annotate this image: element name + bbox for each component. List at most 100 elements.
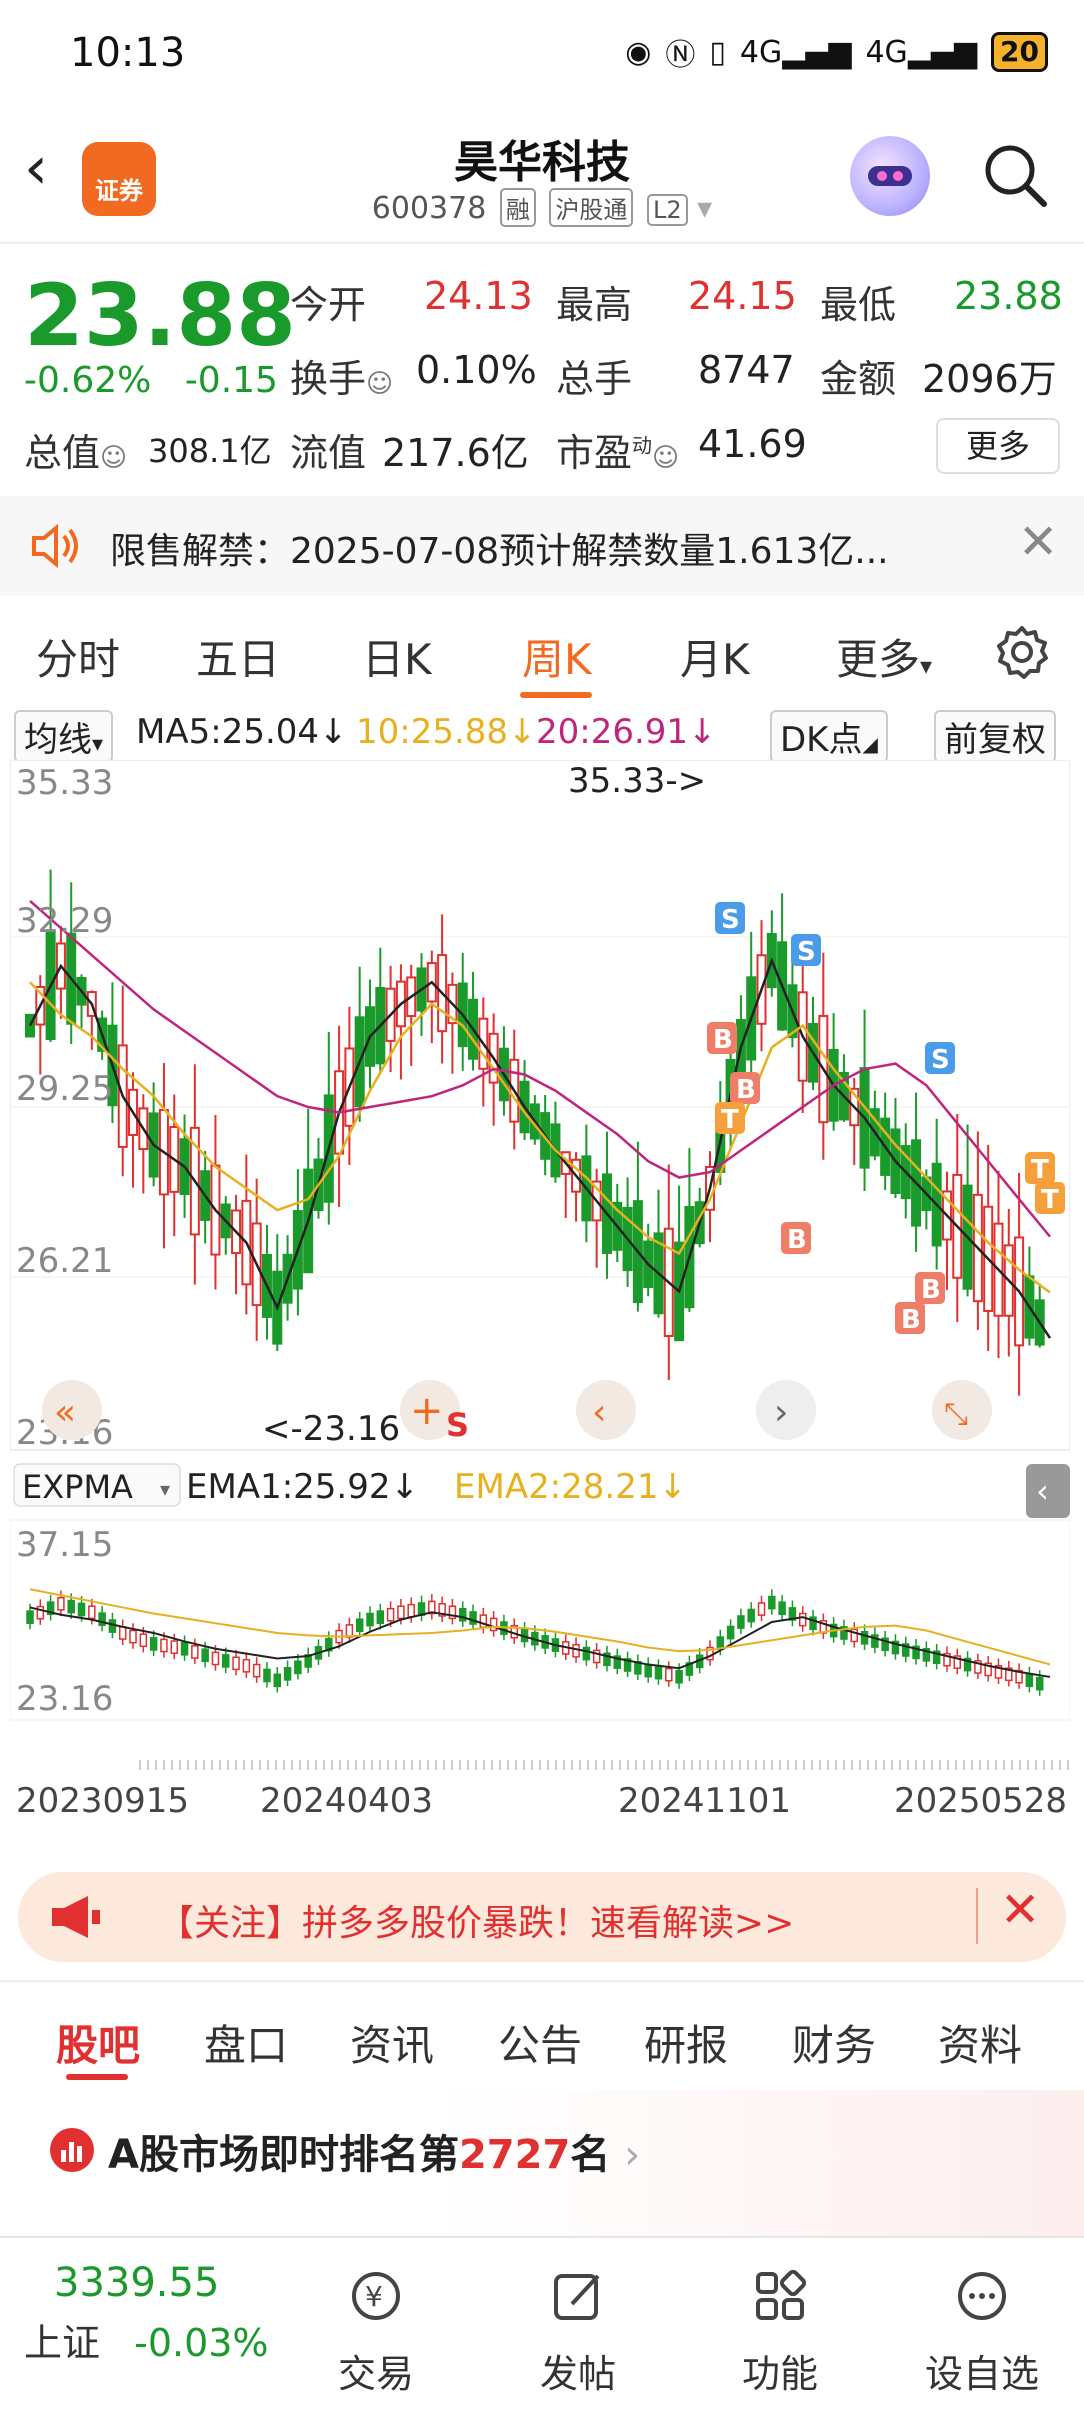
expma-candle xyxy=(747,1608,755,1623)
eye-icon: ◉ xyxy=(625,34,652,70)
index-ticker[interactable]: 3339.55 上证 -0.03% xyxy=(24,2260,294,2367)
y-tick: 35.33 xyxy=(16,763,113,803)
amount-label: 金额 xyxy=(820,357,897,401)
tab-daily-k[interactable]: 日K xyxy=(362,626,432,687)
more-button[interactable]: 更多 xyxy=(936,418,1060,474)
high-label: 最高 xyxy=(556,283,633,327)
expma-candle xyxy=(118,1626,127,1640)
signal-label: T xyxy=(1031,1155,1049,1185)
ma-select[interactable]: 均线▾ xyxy=(14,710,114,763)
nav-trade[interactable]: ¥ 交易 xyxy=(306,2268,446,2398)
ema1-label: EMA1:25.92↓ xyxy=(186,1467,419,1507)
adjust-button[interactable]: 前复权 xyxy=(934,710,1056,763)
status-icons: ◉ Ⓝ ▯ 4G▂▄▆ 4G▂▄▆ 20 xyxy=(625,30,1048,74)
tab-more[interactable]: 更多▾ xyxy=(836,626,932,687)
ma10-label: 10:25.88↓ xyxy=(356,712,537,752)
status-bar: 10:13 ◉ Ⓝ ▯ 4G▂▄▆ 4G▂▄▆ 20 xyxy=(0,0,1084,110)
speaker-icon xyxy=(26,518,82,578)
expma-candle xyxy=(211,1651,220,1666)
expma-candle xyxy=(242,1658,251,1673)
expma-candle xyxy=(479,1614,488,1629)
signal-label: S xyxy=(797,937,816,967)
expma-label: EXPMA xyxy=(22,1468,133,1506)
tab-news[interactable]: 资讯 xyxy=(350,2012,434,2073)
y-tick: 29.25 xyxy=(16,1069,113,1109)
search-icon[interactable] xyxy=(980,140,1050,210)
y-tick: 37.15 xyxy=(16,1525,113,1565)
expma-candle xyxy=(57,1596,65,1611)
nav-watchlist[interactable]: 设自选 xyxy=(912,2268,1052,2398)
megaphone-icon xyxy=(48,1892,104,1946)
expma-candle xyxy=(778,1601,786,1616)
chevron-left-icon: ‹ xyxy=(592,1392,606,1433)
tab-weekly-k[interactable]: 周K xyxy=(522,626,592,687)
ema2-label: EMA2:28.21↓ xyxy=(454,1467,687,1507)
expma-candle xyxy=(149,1637,158,1651)
expma-candle xyxy=(768,1595,776,1610)
close-icon[interactable]: ✕ xyxy=(1018,514,1058,570)
double-left-icon: « xyxy=(54,1392,76,1433)
gear-icon[interactable] xyxy=(994,624,1050,684)
chevron-down-icon: ▾ xyxy=(920,652,933,680)
quote-panel: 23.88 -0.62% -0.15 今开 24.13 最高 24.15 最低 … xyxy=(0,242,1084,492)
y-tick: 32.29 xyxy=(16,901,113,941)
plus-icon: + xyxy=(410,1388,444,1434)
expma-candle xyxy=(572,1643,580,1658)
expma-candle xyxy=(757,1602,766,1616)
active-subtab-indicator xyxy=(66,2074,128,2080)
expma-candle xyxy=(366,1612,374,1627)
sell-mark-icon: S xyxy=(446,1406,469,1444)
x-tick: 20250528 xyxy=(894,1781,1067,1821)
expma-candle xyxy=(386,1607,395,1622)
signal-label: S xyxy=(721,905,740,935)
nav-post[interactable]: 发帖 xyxy=(508,2268,648,2398)
volume-label: 总手 xyxy=(556,357,633,401)
tab-research[interactable]: 研报 xyxy=(644,2012,728,2073)
market-rank-card[interactable]: A股市场即时排名第2727名 › xyxy=(0,2090,1084,2240)
expma-candle xyxy=(283,1667,292,1681)
connect-tag: 沪股通 xyxy=(549,188,634,227)
pe-value: 41.69 xyxy=(698,422,807,466)
expma-candle xyxy=(726,1625,735,1640)
banner-text: 【关注】拼多多股价暴跌！速看解读>> xyxy=(158,1903,795,1944)
unlock-notice[interactable]: 限售解禁：2025-07-08预计解禁数量1.613亿... ✕ xyxy=(0,496,1084,596)
ma20-label: 20:26.91↓ xyxy=(536,712,717,752)
expma-candle xyxy=(129,1629,137,1644)
tab-monthly-k[interactable]: 月K xyxy=(680,626,750,687)
index-value: 3339.55 xyxy=(54,2260,220,2306)
volume-value: 8747 xyxy=(698,348,795,392)
tab-intraday[interactable]: 分时 xyxy=(36,626,120,687)
trade-icon: ¥ xyxy=(352,2272,400,2320)
expma-candle xyxy=(170,1640,178,1654)
tab-profile[interactable]: 资料 xyxy=(938,2012,1022,2073)
info-icon: ☺ xyxy=(366,369,394,399)
index-change: -0.03% xyxy=(134,2321,269,2365)
open-value: 24.13 xyxy=(424,274,533,318)
tab-financials[interactable]: 财务 xyxy=(792,2012,876,2073)
nav-functions[interactable]: 功能 xyxy=(710,2268,850,2398)
signal-label: B xyxy=(901,1305,921,1335)
y-tick: 26.21 xyxy=(16,1241,113,1281)
expma-candle xyxy=(355,1618,364,1633)
edit-icon xyxy=(554,2274,600,2320)
dk-button[interactable]: DK点◢ xyxy=(770,710,888,763)
active-tab-indicator xyxy=(520,692,592,698)
pe-label: 市盈动☺ xyxy=(556,431,680,475)
price-change: -0.62% -0.15 xyxy=(24,360,278,401)
info-tabs: 股吧 盘口 资讯 公告 研报 财务 资料 xyxy=(0,1980,1084,2080)
tab-forum[interactable]: 股吧 xyxy=(56,2012,140,2073)
tab-announcements[interactable]: 公告 xyxy=(498,2012,582,2073)
close-icon[interactable]: ✕ xyxy=(1000,1882,1040,1938)
assistant-robot-icon[interactable] xyxy=(850,136,930,216)
current-price: 23.88 xyxy=(24,266,297,366)
svg-text:¥: ¥ xyxy=(365,2280,383,2313)
tab-orderbook[interactable]: 盘口 xyxy=(204,2012,288,2073)
signal-label: B xyxy=(921,1275,941,1305)
kline-chart[interactable]: 35.33 32.29 29.25 26.21 23.16 35.33-> <-… xyxy=(10,760,1070,1854)
promo-banner[interactable]: 【关注】拼多多股价暴跌！速看解读>> ✕ xyxy=(18,1872,1066,1962)
expma-candle xyxy=(222,1654,230,1668)
bottom-nav: 3339.55 上证 -0.03% ¥ 交易 发帖 功能 设自选 xyxy=(0,2236,1084,2412)
signal-icon: 4G▂▄▆ xyxy=(739,34,852,70)
tab-five-day[interactable]: 五日 xyxy=(196,626,280,687)
expma-candle xyxy=(88,1605,96,1620)
